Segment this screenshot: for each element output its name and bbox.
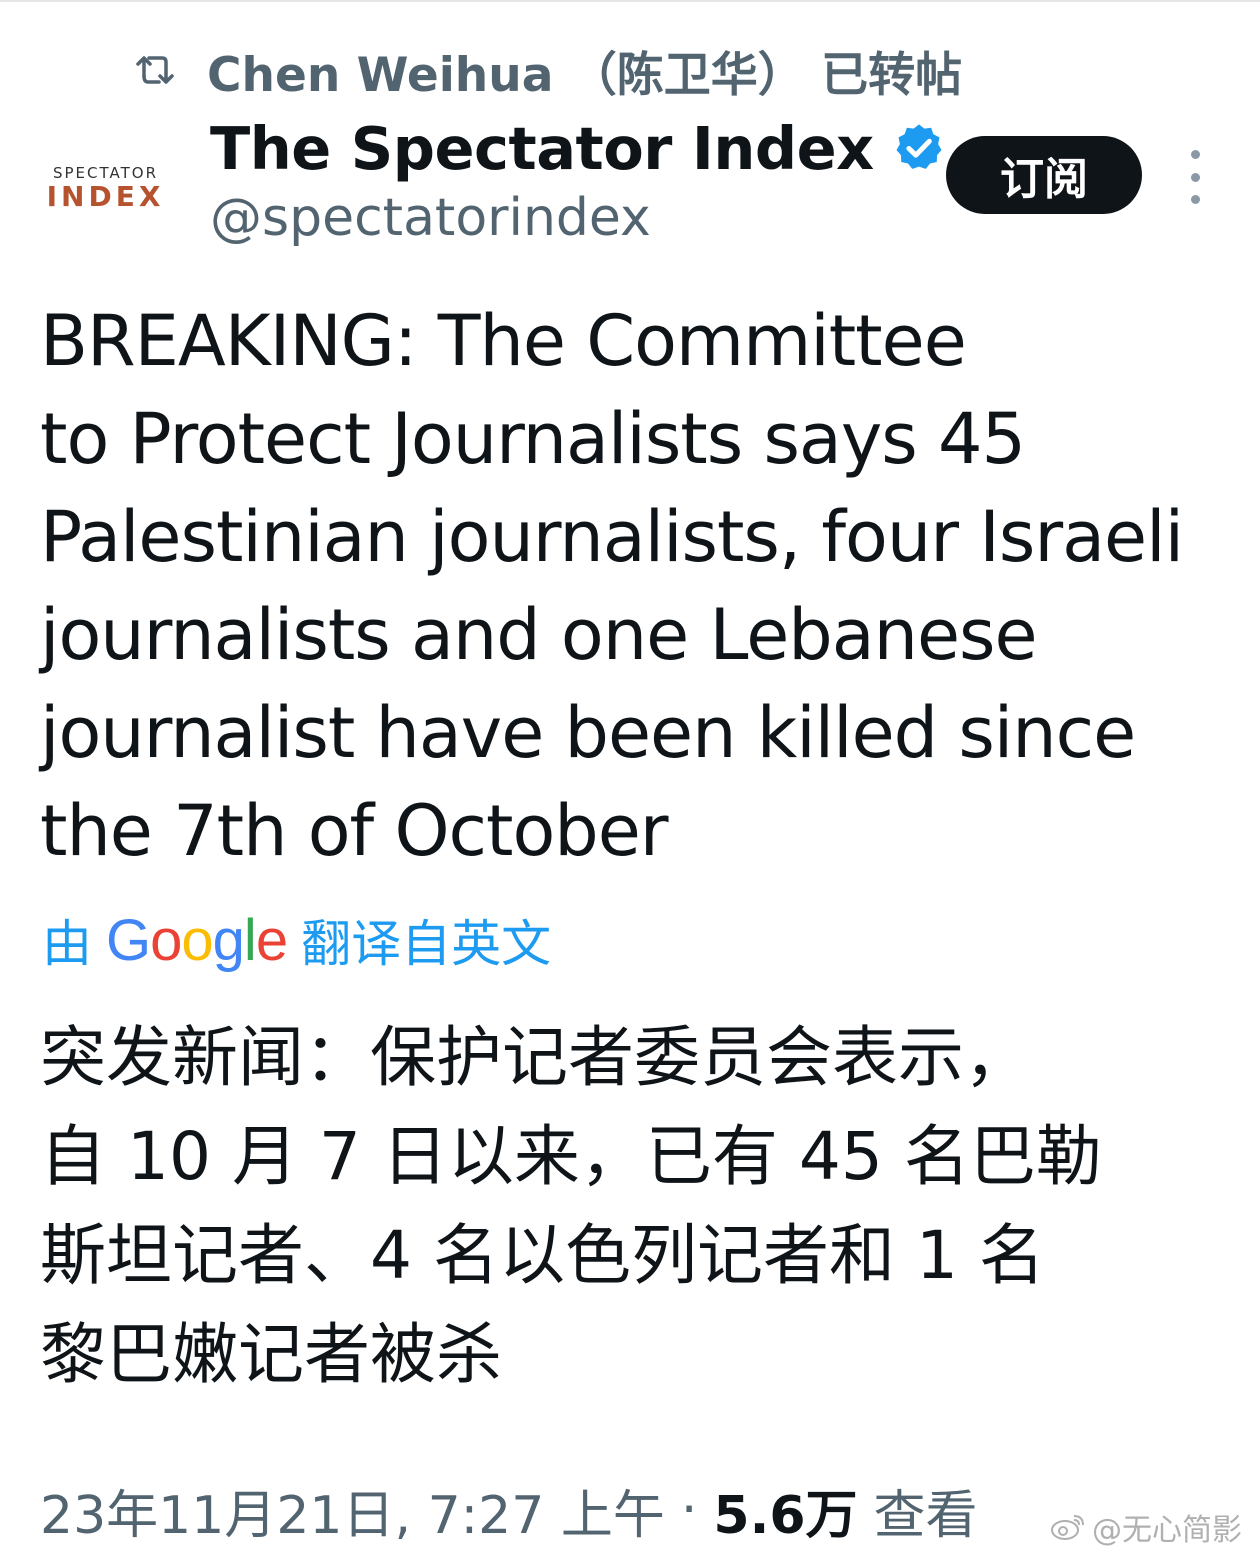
more-dot (1190, 195, 1200, 204)
verified-badge-icon[interactable] (892, 121, 946, 175)
tweet-meta: 23年11月21日, 7:27 上午 · 5.6万 查看 (40, 1474, 978, 1546)
tweet-text: BREAKING: The Committee to Protect Journ… (40, 300, 1184, 872)
views-count: 5.6万 (713, 1485, 858, 1546)
repost-indicator[interactable]: Chen Weihua （陈卫华） 已转帖 (135, 36, 962, 105)
watermark: @无心简影 (1050, 1502, 1242, 1552)
more-dot (1190, 150, 1200, 159)
translated-text: 突发新闻：保护记者委员会表示， 自 10 月 7 日以来，已有 45 名巴勒 斯… (40, 1019, 1102, 1393)
google-logo: Google (106, 907, 288, 973)
translation-prefix: 由 (42, 915, 92, 973)
meta-separator: · (680, 1480, 698, 1540)
views-label: 查看 (873, 1485, 978, 1546)
author-display-name[interactable]: The Spectator Index (210, 114, 874, 183)
author-name-row: The Spectator Index (210, 108, 946, 188)
more-vertical-icon[interactable] (1180, 150, 1210, 204)
top-divider (0, 0, 1260, 2)
repost-icon (135, 50, 175, 90)
tweet-timestamp[interactable]: 23年11月21日, 7:27 上午 (40, 1473, 665, 1548)
more-dot (1190, 172, 1200, 182)
avatar[interactable]: SPECTATOR INDEX (38, 158, 173, 218)
avatar-text-bottom: INDEX (46, 180, 165, 213)
subscribe-button[interactable]: 订阅 (946, 136, 1142, 214)
translation-suffix[interactable]: 翻译自英文 (301, 904, 551, 976)
translation-attribution[interactable]: 由 Google 翻译自英文 (42, 904, 551, 976)
author-handle[interactable]: @spectatorindex (210, 188, 651, 248)
repost-text[interactable]: Chen Weihua （陈卫华） 已转帖 (207, 36, 962, 105)
weibo-logo-icon (1050, 1512, 1086, 1542)
watermark-text: @无心简影 (1092, 1513, 1242, 1548)
